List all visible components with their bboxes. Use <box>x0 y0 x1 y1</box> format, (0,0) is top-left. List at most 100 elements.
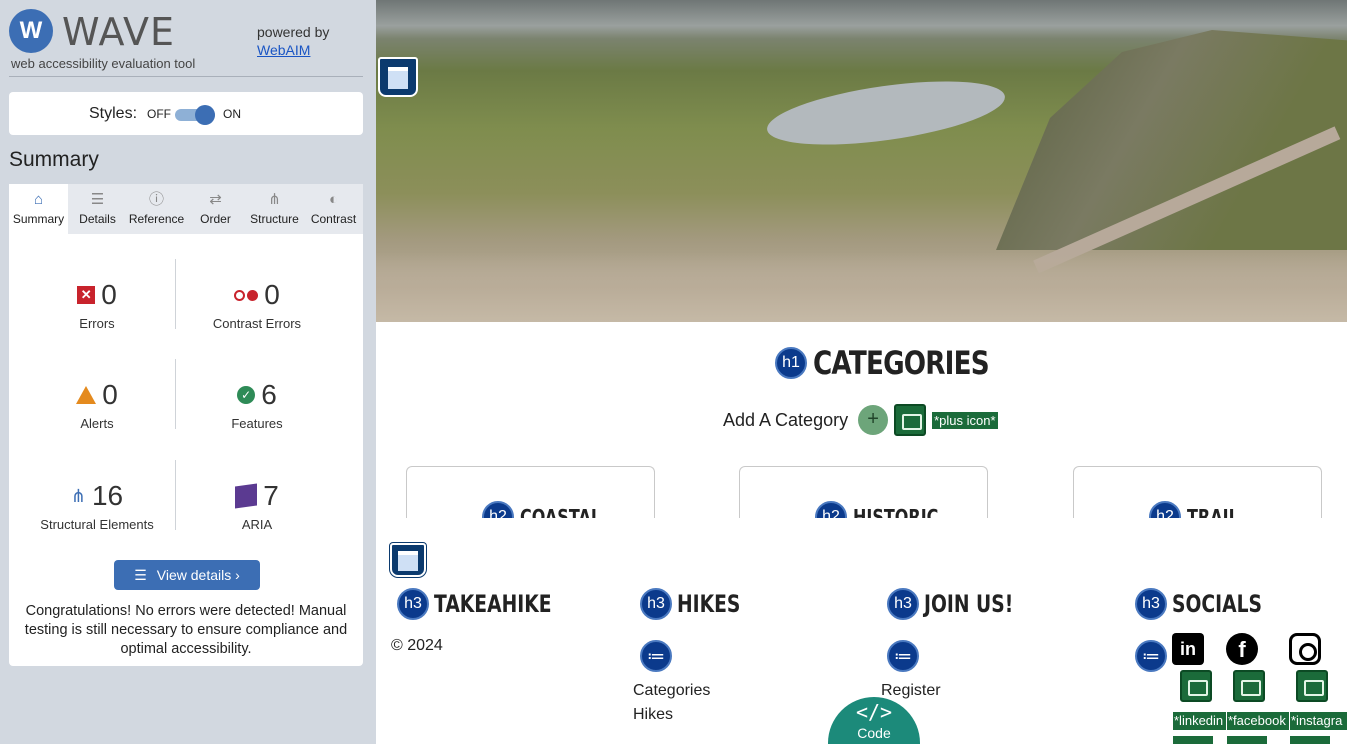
code-label: Code <box>857 725 891 741</box>
tab-order[interactable]: ⇄ Order <box>186 184 245 234</box>
stat-structural[interactable]: ⋔ 16 Structural Elements <box>17 479 177 532</box>
view-details-button[interactable]: ☰ View details › <box>114 560 260 590</box>
check-icon: ✓ <box>237 386 256 404</box>
heading-level-icon[interactable]: h2 <box>482 501 514 518</box>
summary-heading: Summary <box>9 148 99 171</box>
structure-icon: ⋔ <box>70 485 86 506</box>
alert-icon <box>76 386 97 404</box>
divider <box>9 76 363 77</box>
order-icon: ⇄ <box>209 191 222 208</box>
tab-summary[interactable]: ⌂ Summary <box>9 184 68 234</box>
powered-by-text: powered by <box>257 24 330 40</box>
image-alt-icon[interactable] <box>1180 670 1212 702</box>
alerts-count: 0 <box>102 379 118 410</box>
alt-text-tag <box>1173 736 1213 744</box>
category-card[interactable]: h2 TRAIL <box>1073 466 1322 518</box>
image-alt-icon[interactable] <box>894 404 927 436</box>
info-icon: ⓘ <box>148 191 164 208</box>
alt-text-tag: *instagra <box>1290 712 1347 730</box>
wave-tabs: ⌂ Summary ☰ Details ⓘ Reference ⇄ Order … <box>9 184 363 234</box>
image-alt-icon[interactable] <box>1233 670 1265 702</box>
tab-label: Order <box>200 212 231 226</box>
hero-lake <box>763 69 1009 157</box>
category-card[interactable]: h2 COASTAL <box>406 466 655 518</box>
contrast-errors-count: 0 <box>264 279 280 310</box>
wave-sidebar: W WAVE web accessibility evaluation tool… <box>0 0 376 744</box>
card-title: TRAIL <box>1187 505 1239 518</box>
stat-contrast-errors[interactable]: 0 Contrast Errors <box>177 278 337 331</box>
heading-level-icon[interactable]: h2 <box>815 501 847 518</box>
powered-by: powered by WebAIM <box>257 23 329 59</box>
alt-text-tag <box>1227 736 1267 744</box>
toggle-on-label: ON <box>223 107 241 121</box>
heading-level-icon[interactable]: h3 <box>887 588 919 620</box>
footer-heading: h3 HIKES <box>640 588 758 620</box>
summary-panel: ✕ 0 Errors 0 Contrast Errors 0 Alerts ✓ 6 … <box>9 234 363 666</box>
styles-toggle-knob[interactable] <box>195 105 215 125</box>
stat-aria[interactable]: 7 ARIA <box>177 479 337 532</box>
heading-level-icon[interactable]: h1 <box>775 347 807 379</box>
contrast-error-icon <box>234 289 259 301</box>
list-icon[interactable] <box>887 640 919 672</box>
contrast-errors-label: Contrast Errors <box>212 316 302 331</box>
categories-title: CATEGORIES <box>813 344 990 382</box>
stat-alerts[interactable]: 0 Alerts <box>17 378 177 431</box>
alt-text-tag: *plus icon* <box>932 411 998 429</box>
styles-toggle-box: Styles: OFF ON <box>9 92 363 135</box>
footer-link-hikes[interactable]: Hikes <box>633 706 673 724</box>
tab-label: Structure <box>250 212 299 226</box>
tab-details[interactable]: ☰ Details <box>68 184 127 234</box>
heading-level-icon[interactable]: h3 <box>640 588 672 620</box>
linkedin-icon[interactable]: in <box>1172 633 1204 665</box>
image-alt-icon[interactable] <box>1296 670 1328 702</box>
list-icon: ☰ <box>90 191 105 208</box>
footer-link-register[interactable]: Register <box>881 682 941 700</box>
wave-region-icon[interactable] <box>390 543 426 577</box>
alerts-label: Alerts <box>80 416 114 431</box>
add-category-label: Add A Category <box>723 409 849 430</box>
list-icon[interactable] <box>640 640 672 672</box>
hero-rocks <box>376 252 1347 322</box>
view-details-label: View details › <box>156 567 240 583</box>
tab-structure[interactable]: ⋔ Structure <box>245 184 304 234</box>
categories-heading: h1 CATEGORIES <box>775 344 1027 382</box>
footer-title: TAKEAHIKE <box>434 590 552 618</box>
heading-level-icon[interactable]: h3 <box>1135 588 1167 620</box>
stat-features[interactable]: ✓ 6 Features <box>177 378 337 431</box>
heading-level-icon[interactable]: h3 <box>397 588 429 620</box>
error-icon: ✕ <box>77 286 96 304</box>
tab-reference[interactable]: ⓘ Reference <box>127 184 186 234</box>
footer-heading: h3 SOCIALS <box>1135 588 1287 620</box>
wave-tagline: web accessibility evaluation tool <box>11 56 196 71</box>
structure-icon: ⋔ <box>268 191 281 208</box>
styles-label: Styles: <box>89 105 138 122</box>
hero-image <box>376 0 1347 322</box>
heading-level-icon[interactable]: h2 <box>1149 501 1181 518</box>
alt-text-tag: *linkedin <box>1173 712 1226 730</box>
card-title: COASTAL <box>520 505 602 518</box>
tab-label: Details <box>79 212 116 226</box>
wave-logo-text: WAVE <box>62 10 176 54</box>
category-card[interactable]: h2 HISTORIC <box>739 466 988 518</box>
tab-contrast[interactable]: ◐ Contrast <box>304 184 363 234</box>
list-icon: ☰ <box>134 566 147 583</box>
contrast-icon: ◐ <box>328 191 339 208</box>
footer-title: JOIN US! <box>924 590 1014 618</box>
errors-label: Errors <box>79 316 115 331</box>
stat-errors[interactable]: ✕ 0 Errors <box>17 278 177 331</box>
add-category-button[interactable]: + <box>858 405 889 435</box>
footer-link-categories[interactable]: Categories <box>633 682 710 700</box>
code-icon: </> <box>855 700 893 724</box>
aria-icon <box>235 483 258 509</box>
aria-count: 7 <box>263 480 279 511</box>
wave-region-icon[interactable] <box>378 57 418 97</box>
list-icon[interactable] <box>1135 640 1167 672</box>
home-icon: ⌂ <box>33 191 44 208</box>
webaim-link[interactable]: WebAIM <box>257 41 329 59</box>
code-button[interactable]: </> Code <box>828 697 920 744</box>
hero-cliff <box>996 30 1347 250</box>
facebook-icon[interactable]: f <box>1226 633 1258 665</box>
features-label: Features <box>231 416 283 431</box>
structural-label: Structural Elements <box>40 517 154 532</box>
instagram-icon[interactable] <box>1289 633 1321 665</box>
